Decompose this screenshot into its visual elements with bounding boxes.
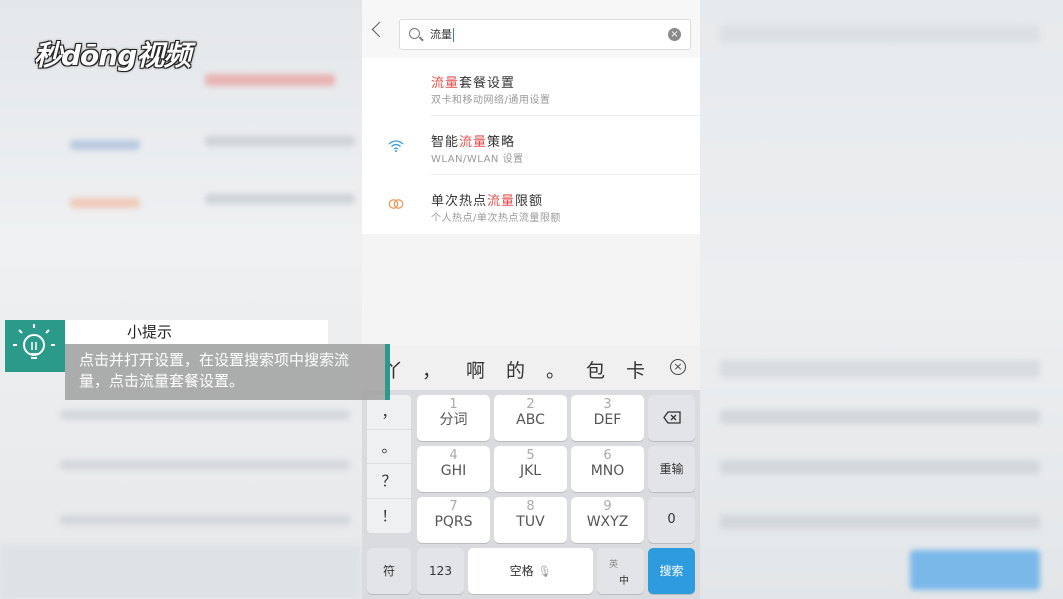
candidate-word[interactable]: 啊 (466, 356, 485, 383)
result-item[interactable]: 智能流量策略 WLAN/WLAN 设置 (362, 117, 700, 175)
candidate-word[interactable]: 卡 (626, 356, 645, 383)
punct-key[interactable]: 。 (367, 430, 411, 464)
result-subtitle: 双卡和移动网络/通用设置 (431, 95, 551, 106)
key-7[interactable]: 7 PQRS (417, 497, 490, 543)
text-caret (453, 28, 454, 42)
key-5[interactable]: 5 JKL (494, 446, 567, 492)
tip-title: 小提示 (65, 320, 328, 344)
search-query: 流量 (430, 28, 452, 41)
tip-body: 点击并打开设置，在设置搜索项中搜索流量，点击流量套餐设置。 (65, 344, 385, 400)
search-icon (409, 28, 420, 39)
result-item[interactable]: 单次热点流量限额 个人热点/单次热点流量限额 (362, 176, 700, 234)
wifi-icon (388, 140, 404, 152)
punct-key[interactable]: ， (367, 395, 411, 430)
background-left (0, 0, 362, 599)
candidate-word[interactable]: 。 (546, 356, 565, 383)
result-subtitle: WLAN/WLAN 设置 (431, 154, 524, 165)
candidate-word[interactable]: 的 (506, 356, 525, 383)
close-candidates-icon[interactable]: × (670, 359, 686, 375)
hotspot-icon (388, 199, 404, 209)
backspace-key[interactable] (648, 395, 695, 441)
key-0[interactable]: 0 (648, 497, 695, 543)
search-key[interactable]: 搜索 (648, 548, 695, 594)
symbol-key[interactable]: 符 (367, 548, 411, 594)
result-title: 智能流量策略 (431, 135, 516, 150)
punct-key[interactable]: ？ (367, 464, 411, 499)
search-input[interactable]: 流量 (430, 26, 454, 42)
key-6[interactable]: 6 MNO (571, 446, 644, 492)
candidate-word[interactable]: ， (422, 356, 441, 383)
back-icon[interactable] (371, 21, 388, 38)
lang-chinese: 中 (619, 576, 629, 587)
space-key[interactable]: 空格 🎙 (468, 548, 593, 594)
result-item[interactable]: 流量套餐设置 双卡和移动网络/通用设置 (362, 58, 700, 116)
punct-key[interactable]: ！ (367, 499, 411, 534)
key-1[interactable]: 1 分词 (417, 395, 490, 441)
search-bar: 流量 × (362, 0, 700, 58)
mic-icon: 🎙 (537, 565, 552, 578)
retype-key[interactable]: 重输 (648, 446, 695, 492)
key-9[interactable]: 9 WXYZ (571, 497, 644, 543)
space-label: 空格 (509, 564, 534, 578)
brand-logo: 秒dōng视频 (34, 39, 191, 72)
key-3[interactable]: 3 DEF (571, 395, 644, 441)
search-box[interactable]: 流量 × (399, 19, 691, 50)
key-4[interactable]: 4 GHI (417, 446, 490, 492)
search-results: 流量套餐设置 双卡和移动网络/通用设置 智能流量策略 WLAN/WLAN 设置 … (362, 58, 700, 234)
punctuation-column[interactable]: ， 。 ？ ！ (367, 395, 411, 533)
result-subtitle: 个人热点/单次热点流量限额 (431, 213, 561, 224)
divider (431, 115, 700, 116)
key-8[interactable]: 8 TUV (494, 497, 567, 543)
candidate-bar: 丫 ， 啊 的 。 包 卡 × (362, 346, 700, 390)
language-switch-key[interactable]: 英 中 (597, 548, 644, 594)
candidate-word[interactable]: 包 (586, 356, 605, 383)
keyboard: ， 。 ？ ！ 1 分词 2 ABC 3 DEF 4 GHI 5 JKL 6 MNO 重输 … (362, 390, 700, 599)
background-right (700, 0, 1063, 599)
number-key[interactable]: 123 (417, 548, 464, 594)
backspace-icon (662, 411, 681, 424)
clear-icon[interactable]: × (668, 28, 681, 41)
tip-accent-bar (385, 344, 390, 400)
phone-screen: 流量 × 流量套餐设置 双卡和移动网络/通用设置 智能流量策略 WLAN/WLA… (362, 0, 700, 599)
lightbulb-icon (5, 320, 65, 372)
divider (431, 174, 700, 175)
result-title: 单次热点流量限额 (431, 194, 544, 209)
lang-english: 英 (609, 560, 619, 570)
key-2[interactable]: 2 ABC (494, 395, 567, 441)
result-title: 流量套餐设置 (431, 76, 516, 91)
